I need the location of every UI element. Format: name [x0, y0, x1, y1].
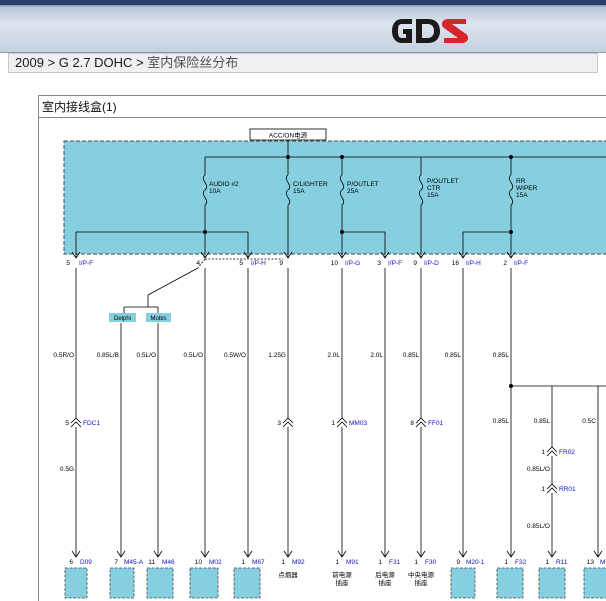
svg-text:0.85L: 0.85L: [403, 352, 420, 359]
bottom-pin-connector[interactable]: F31: [389, 559, 401, 566]
svg-text:16: 16: [452, 260, 460, 267]
svg-text:1: 1: [335, 559, 339, 566]
variant-label-mobis: Mobis: [150, 316, 166, 322]
svg-text:0.85L: 0.85L: [534, 418, 551, 425]
svg-text:0.5W/O: 0.5W/O: [224, 352, 246, 359]
svg-text:后电源: 后电源: [375, 570, 395, 579]
top-pin-connector[interactable]: I/P-F: [514, 260, 528, 267]
component-connector[interactable]: [496, 567, 524, 599]
bottom-pin-connector[interactable]: M: [600, 559, 605, 566]
svg-text:13: 13: [587, 559, 595, 566]
bottom-pin-labels: 6 D09 7 M45-A 11 M46 10 M02 1 M67 1 M92 …: [69, 559, 605, 566]
component-connector[interactable]: [189, 567, 219, 599]
component-connector[interactable]: [64, 567, 88, 599]
wire-code-labels: 0.5R/O 0.85L/B 0.5L/O 0.5L/O 0.5W/O 1.25…: [53, 352, 596, 530]
power-label: ACC/ON电源: [269, 131, 308, 140]
bottom-pin-connector[interactable]: M20-1: [466, 559, 485, 566]
svg-text:0.85L: 0.85L: [493, 352, 510, 359]
svg-text:1: 1: [541, 486, 545, 493]
splice-connector-link[interactable]: RR01: [559, 486, 576, 493]
svg-text:8: 8: [410, 420, 414, 427]
svg-text:1: 1: [378, 559, 382, 566]
device-labels: 点烟器 前电源 插座 后电源 插座 中央电源 插座: [278, 570, 434, 587]
svg-text:2.0L: 2.0L: [327, 352, 340, 359]
svg-text:7: 7: [114, 559, 118, 566]
svg-text:6: 6: [69, 559, 73, 566]
component-connector[interactable]: [109, 567, 135, 599]
bottom-pin-connector[interactable]: M46: [162, 559, 175, 566]
svg-text:3: 3: [277, 420, 281, 427]
splice-connector-link[interactable]: MM03: [349, 420, 367, 427]
svg-text:1: 1: [541, 449, 545, 456]
svg-text:0.5L/O: 0.5L/O: [136, 352, 156, 359]
svg-text:9: 9: [279, 260, 283, 267]
circuit-wires: [75, 268, 606, 557]
svg-text:1.25G: 1.25G: [268, 352, 286, 359]
top-pin-connector[interactable]: I/P-F: [79, 260, 93, 267]
top-pin-connector[interactable]: I/P-F: [388, 260, 402, 267]
svg-text:插座: 插座: [415, 578, 429, 587]
top-pin-connector[interactable]: I/P-G: [345, 260, 360, 267]
bottom-pin-connector[interactable]: M45-A: [124, 559, 144, 566]
svg-text:10: 10: [331, 260, 339, 267]
svg-text:0.85L: 0.85L: [445, 352, 462, 359]
bottom-pin-connector[interactable]: R11: [556, 559, 568, 566]
svg-text:插座: 插座: [379, 578, 393, 587]
junction-dot: [509, 384, 513, 388]
component-connector[interactable]: [538, 567, 566, 599]
component-connector[interactable]: [233, 567, 261, 599]
component-connector[interactable]: [450, 567, 476, 599]
svg-text:插座: 插座: [336, 578, 350, 587]
svg-text:9: 9: [456, 559, 460, 566]
component-connector[interactable]: [146, 567, 174, 599]
variant-label-delphi: Delphi: [114, 316, 131, 322]
bottom-pin-connector[interactable]: M91: [346, 559, 359, 566]
splice-connector-link[interactable]: FR02: [559, 449, 575, 456]
svg-text:中央电源: 中央电源: [408, 570, 435, 579]
top-pin-connector[interactable]: I/P-H: [466, 260, 481, 267]
svg-text:0.85L: 0.85L: [493, 418, 510, 425]
bottom-pin-connector[interactable]: M92: [292, 559, 305, 566]
svg-text:0.5R/O: 0.5R/O: [53, 352, 74, 359]
svg-text:5: 5: [66, 260, 70, 267]
svg-text:0.5L/O: 0.5L/O: [183, 352, 203, 359]
svg-text:0.5C: 0.5C: [582, 418, 596, 425]
svg-text:1: 1: [281, 559, 285, 566]
splice-labels: 5 FDC1 3 1 MM03 8 FF01 1 FR02 1 RR01: [65, 420, 576, 493]
top-pin-labels: 5 I/P-F 4 5 I/P-H 9 10 I/P-G 3 I/P-F 9 I…: [66, 260, 528, 267]
svg-text:5: 5: [65, 420, 69, 427]
svg-text:1: 1: [504, 559, 508, 566]
svg-text:1: 1: [331, 420, 335, 427]
svg-text:0.85L/O: 0.85L/O: [527, 466, 550, 473]
splice-connector-link[interactable]: FDC1: [83, 420, 100, 427]
svg-text:1: 1: [241, 559, 245, 566]
splice-connector-link[interactable]: FF01: [428, 420, 444, 427]
bottom-pin-arrow-icons: [71, 550, 603, 558]
svg-text:2.0L: 2.0L: [370, 352, 383, 359]
wiring-diagram: ACC/ON电源 AUDIO #2 10A C/LIGHTER 15A P/OU…: [53, 128, 606, 599]
svg-text:前电源: 前电源: [332, 570, 352, 579]
bottom-pin-connector[interactable]: D09: [80, 559, 92, 566]
bottom-pin-connector[interactable]: F30: [425, 559, 437, 566]
svg-text:点烟器: 点烟器: [278, 570, 298, 579]
svg-text:3: 3: [377, 260, 381, 267]
bottom-pin-connector[interactable]: F32: [515, 559, 527, 566]
svg-text:11: 11: [148, 559, 155, 566]
top-pin-connector[interactable]: I/P-D: [424, 260, 439, 267]
top-pin-connector[interactable]: I/P-H: [251, 260, 266, 267]
bottom-pin-connector[interactable]: M02: [209, 559, 222, 566]
splice-connector-icons: [70, 417, 558, 494]
component-connector[interactable]: [583, 567, 606, 599]
svg-text:0.85L/B: 0.85L/B: [97, 352, 119, 359]
svg-text:0.5G: 0.5G: [60, 466, 74, 473]
svg-text:5: 5: [239, 260, 243, 267]
svg-text:2: 2: [503, 260, 507, 267]
bottom-pin-connector[interactable]: M67: [252, 559, 265, 566]
svg-text:0.85L/O: 0.85L/O: [527, 523, 550, 530]
svg-text:1: 1: [414, 559, 418, 566]
svg-text:1: 1: [545, 559, 549, 566]
svg-text:9: 9: [413, 260, 417, 267]
svg-text:10: 10: [195, 559, 203, 566]
variant-switch: [123, 258, 283, 313]
